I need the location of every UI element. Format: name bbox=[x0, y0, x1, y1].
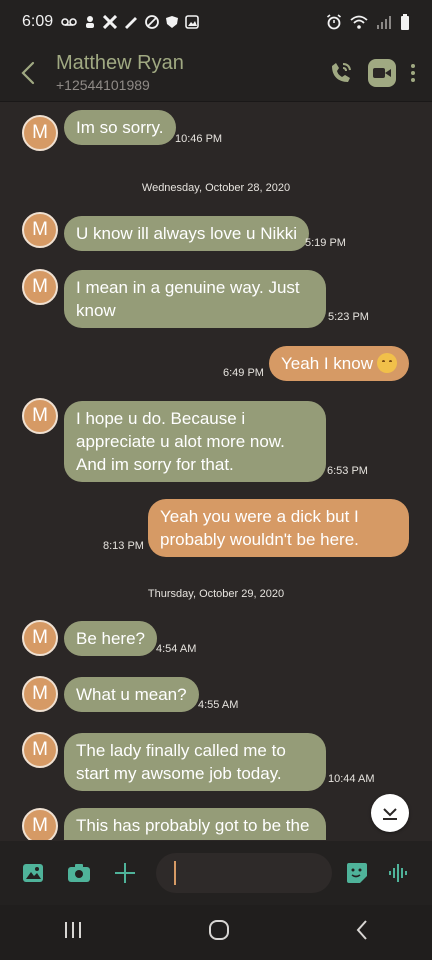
chevron-left-icon bbox=[21, 61, 35, 84]
incoming-message[interactable]: Be here? bbox=[64, 621, 157, 656]
message-time: 4:54 AM bbox=[156, 643, 197, 655]
contact-name: Matthew Ryan bbox=[56, 52, 184, 74]
message-text: Yeah I know bbox=[281, 354, 373, 373]
sticker-button[interactable] bbox=[342, 858, 372, 888]
video-icon bbox=[373, 67, 391, 78]
message-time: 6:53 PM bbox=[327, 465, 368, 477]
contact-number: +12544101989 bbox=[56, 77, 150, 93]
incoming-message[interactable]: Im so sorry. bbox=[64, 110, 176, 145]
incoming-message[interactable]: I mean in a genuine way. Just know bbox=[64, 270, 326, 328]
shield-icon bbox=[166, 16, 179, 28]
pen-app-icon bbox=[125, 17, 138, 29]
incoming-message[interactable]: What u mean? bbox=[64, 677, 199, 712]
camera-button[interactable] bbox=[64, 858, 94, 888]
wifi-call-icon bbox=[332, 62, 351, 82]
conversation-header: Matthew Ryan +12544101989 bbox=[0, 44, 432, 102]
recent-apps-icon bbox=[64, 922, 81, 938]
message-time: 5:19 PM bbox=[305, 237, 346, 249]
message-time: 10:44 AM bbox=[328, 773, 375, 785]
avatar[interactable]: M bbox=[22, 212, 58, 248]
message-composer bbox=[0, 841, 432, 905]
notification-icons bbox=[61, 15, 199, 29]
back-arrow-icon bbox=[356, 920, 368, 940]
avatar[interactable]: M bbox=[22, 676, 58, 712]
more-vert-icon bbox=[411, 63, 415, 82]
date-separator: Thursday, October 29, 2020 bbox=[147, 588, 285, 600]
plus-icon bbox=[115, 863, 135, 883]
date-separator: Wednesday, October 28, 2020 bbox=[141, 182, 291, 194]
contact-info[interactable]: Matthew Ryan +12544101989 bbox=[56, 52, 184, 93]
avatar[interactable]: M bbox=[22, 398, 58, 434]
outgoing-message[interactable]: Yeah I know bbox=[269, 346, 409, 381]
header-actions bbox=[328, 58, 416, 87]
video-call-button[interactable] bbox=[368, 58, 396, 87]
image-icon bbox=[23, 864, 43, 882]
text-cursor bbox=[174, 861, 176, 885]
message-time: 5:23 PM bbox=[328, 311, 369, 323]
incoming-message[interactable]: The lady finally called me to start my a… bbox=[64, 733, 326, 791]
alarm-icon bbox=[327, 14, 341, 30]
home-icon bbox=[208, 920, 229, 940]
battery-icon bbox=[401, 14, 409, 30]
add-attachment-button[interactable] bbox=[110, 858, 140, 888]
incoming-message[interactable]: I hope u do. Because i appreciate u alot… bbox=[64, 401, 326, 482]
gallery-button[interactable] bbox=[18, 858, 48, 888]
outgoing-message[interactable]: Yeah you were a dick but I probably woul… bbox=[148, 499, 409, 557]
app-notification-icon bbox=[86, 16, 95, 28]
gallery-notification-icon bbox=[185, 15, 199, 29]
arrow-down-icon bbox=[383, 808, 397, 820]
scroll-to-bottom-button[interactable] bbox=[371, 794, 409, 832]
voice-wave-icon bbox=[389, 864, 407, 882]
avatar[interactable]: M bbox=[22, 115, 58, 151]
avatar[interactable]: M bbox=[22, 732, 58, 768]
back-button[interactable] bbox=[0, 44, 56, 102]
message-list[interactable]: M Im so sorry. 10:46 PM Wednesday, Octob… bbox=[0, 103, 432, 840]
avatar[interactable]: M bbox=[22, 808, 58, 840]
system-navigation-bar bbox=[0, 905, 432, 960]
status-time: 6:09 bbox=[22, 13, 54, 30]
circle-app-icon bbox=[145, 15, 160, 29]
home-button[interactable] bbox=[208, 919, 230, 946]
hugging-face-emoji-icon bbox=[377, 353, 397, 373]
wifi-call-button[interactable] bbox=[328, 60, 354, 86]
incoming-message[interactable]: U know ill always love u Nikki bbox=[64, 216, 310, 251]
avatar[interactable]: M bbox=[22, 269, 58, 305]
voicemail-icon bbox=[61, 18, 77, 26]
sticker-icon bbox=[347, 863, 367, 883]
message-time: 10:46 PM bbox=[175, 133, 223, 145]
system-icons bbox=[326, 14, 410, 30]
nav-back-button[interactable] bbox=[355, 919, 369, 946]
x-app-icon bbox=[103, 15, 118, 29]
avatar[interactable]: M bbox=[22, 620, 58, 656]
message-time: 4:55 AM bbox=[198, 699, 239, 711]
wifi-icon bbox=[350, 15, 368, 29]
status-bar: 6:09 bbox=[0, 0, 432, 44]
more-options-button[interactable] bbox=[410, 63, 416, 83]
camera-icon bbox=[68, 864, 90, 882]
message-time: 8:13 PM bbox=[103, 540, 144, 552]
message-input[interactable] bbox=[156, 853, 332, 893]
incoming-message[interactable]: This has probably got to be the bbox=[64, 808, 326, 840]
signal-icon bbox=[377, 16, 391, 29]
recent-apps-button[interactable] bbox=[63, 921, 83, 944]
voice-button[interactable] bbox=[384, 858, 414, 888]
message-time: 6:49 PM bbox=[223, 367, 264, 379]
